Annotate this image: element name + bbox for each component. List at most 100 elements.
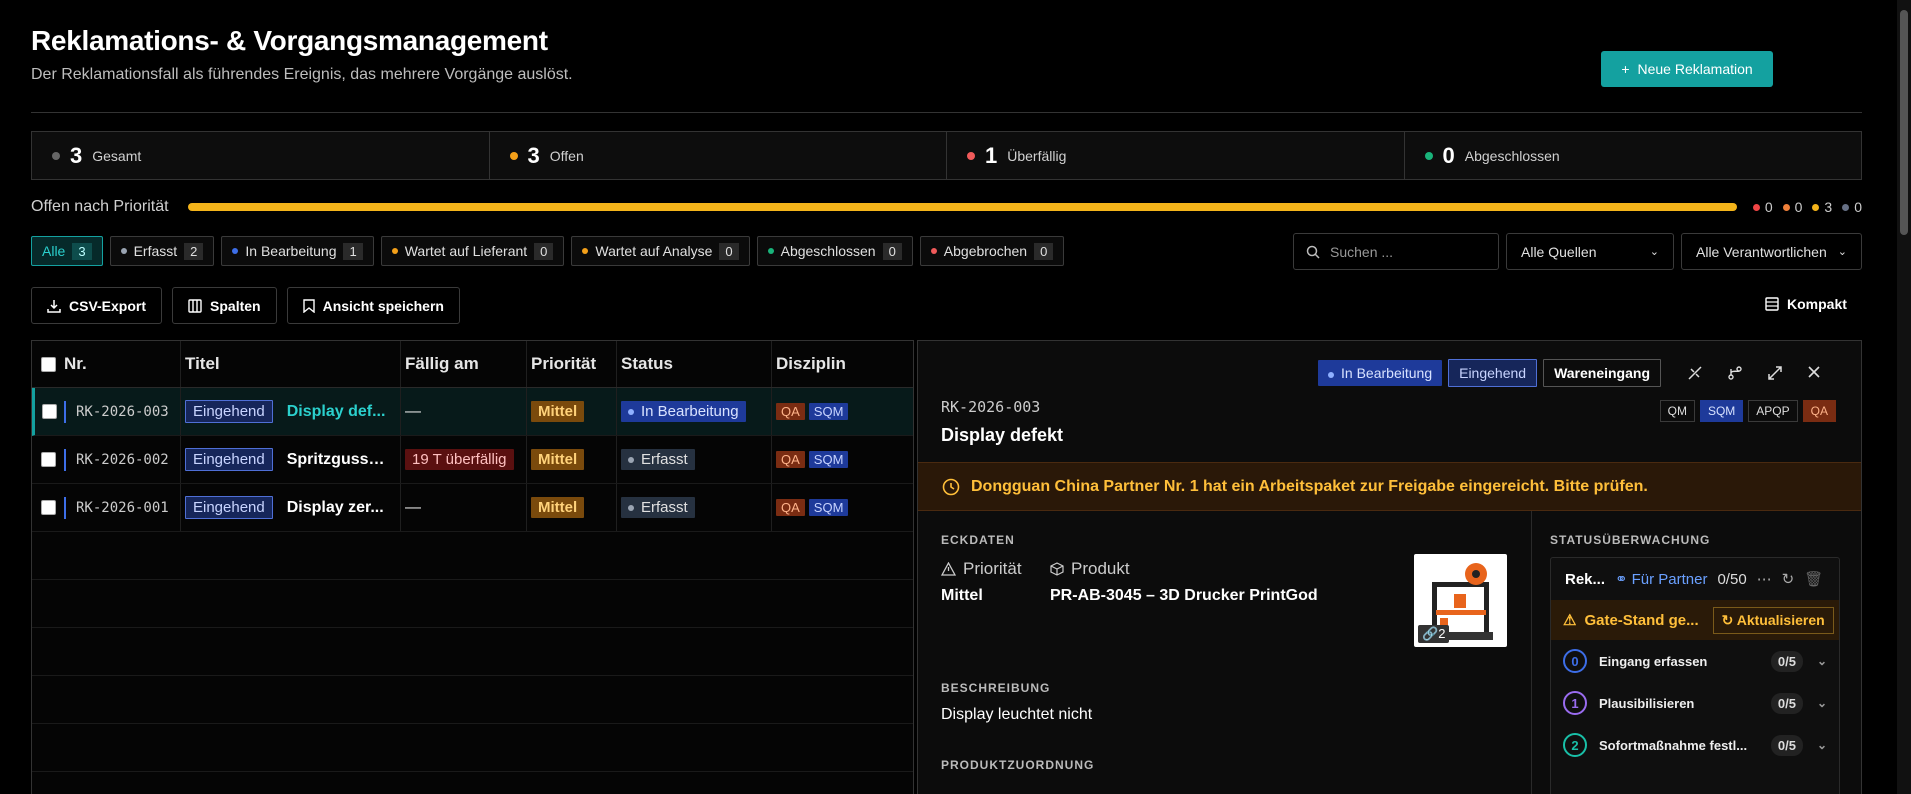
empty-row [32,580,913,628]
stat-total: 3 Gesamt [32,132,490,179]
product-image[interactable]: 🔗2 [1414,554,1507,647]
filter-abgebrochen[interactable]: Abgebrochen 0 [919,236,1065,266]
status-dot [628,456,634,463]
status-dot [509,151,518,160]
col-header-due[interactable]: Fällig am [401,341,527,387]
priority-field-label: Priorität [941,559,1022,579]
tag-qm[interactable]: QM [1659,400,1695,422]
compact-toggle[interactable]: Kompakt [1765,296,1847,312]
table-row[interactable]: RK-2026-003 Eingehend Display def... — Mi… [32,388,913,436]
stat-value: 3 [527,142,540,168]
filter-count: 0 [1034,242,1054,260]
save-view-button[interactable]: Ansicht speichern [286,287,460,324]
row-checkbox[interactable] [40,452,56,467]
priority-badge: Mittel [531,497,585,518]
table-row[interactable]: RK-2026-002 Eingehend Spritzgusst... 19 T… [32,436,913,484]
col-header-title[interactable]: Titel [181,341,401,387]
legend-medium: 3 [1812,199,1832,215]
compact-label: Kompakt [1787,296,1847,312]
source-badge: Eingehend [185,496,273,519]
col-header-nr[interactable]: Nr. [60,341,181,387]
branch-icon[interactable] [1727,365,1743,381]
page-scrollbar[interactable] [1897,0,1911,794]
col-header-discipline[interactable]: Disziplin [772,341,882,387]
close-icon[interactable] [1807,365,1821,379]
row-status-cell: Erfasst [617,484,772,531]
select-all-checkbox[interactable] [40,356,56,372]
stat-value: 0 [1442,142,1455,168]
image-count-value: 2 [1438,626,1446,641]
more-icon[interactable]: ⋯ [1757,570,1772,588]
row-checkbox-cell [32,436,60,483]
status-filters: Alle 3 Erfasst 2 In Bearbeitung 1 Wartet au… [31,236,1065,266]
owner-select-value: Alle Verantwortlichen [1696,243,1827,260]
col-header-priority[interactable]: Priorität [527,341,617,387]
package-icon [1050,562,1064,576]
status-dot [628,504,634,511]
row-title-cell: Eingehend Display def... [181,388,401,435]
status-dot [967,151,975,160]
tag-qa[interactable]: QA [1802,400,1836,422]
row-priority-cell: Mittel [527,436,617,483]
scrollbar-thumb[interactable] [1900,10,1908,235]
chevron-down-icon[interactable]: ⌄ [1817,738,1827,752]
step-item[interactable]: 1 Plausibilisieren 0/5 ⌄ [1551,682,1839,724]
row-number: RK-2026-003 [76,403,169,420]
expand-icon[interactable] [1767,365,1783,381]
source-select[interactable]: Alle Quellen ⌄ [1506,233,1674,270]
row-checkbox[interactable] [42,404,57,419]
refresh-icon[interactable]: ↻ [1782,570,1795,588]
filter-abgeschlossen[interactable]: Abgeschlossen 0 [756,236,913,266]
section-beschreibung: BESCHREIBUNG [941,681,1051,695]
step-item[interactable]: 2 Sofortmaßnahme festl... 0/5 ⌄ [1551,724,1839,766]
refresh-button[interactable]: ↻ Aktualisieren [1712,606,1834,634]
tag-sqm[interactable]: SQM [1699,400,1744,422]
step-number: 0 [1563,649,1587,673]
filter-wartet-lieferant[interactable]: Wartet auf Lieferant 0 [380,236,565,266]
status-dot [120,248,127,254]
filter-count: 0 [534,242,554,260]
col-header-status[interactable]: Status [617,341,772,387]
columns-button[interactable]: Spalten [172,287,277,324]
partner-link[interactable]: ⚭ Für Partner [1615,570,1707,589]
filter-wartet-analyse[interactable]: Wartet auf Analyse 0 [571,236,750,266]
section-produktzuordnung: PRODUKTZUORDNUNG [941,758,1095,772]
step-item[interactable]: 0 Eingang erfassen 0/5 ⌄ [1551,640,1839,682]
owner-select[interactable]: Alle Verantwortlichen ⌄ [1681,233,1862,270]
empty-row [32,532,913,580]
chevron-down-icon[interactable]: ⌄ [1817,696,1827,710]
detail-status-badge: In Bearbeitung [1318,360,1443,386]
stat-open: 3 Offen [490,132,947,179]
filter-all[interactable]: Alle 3 [31,236,103,266]
row-discipline-cell: QA SQM [772,484,882,531]
row-title-cell: Eingehend Display zer... [181,484,401,531]
status-dot [767,248,774,254]
row-checkbox-cell [32,484,60,531]
trash-icon[interactable]: 🗑 [1804,570,1823,588]
row-title-cell: Eingehend Spritzgusst... [181,436,401,483]
search-input[interactable]: Suchen ... [1293,233,1499,270]
filter-in-bearbeitung[interactable]: In Bearbeitung 1 [221,236,374,266]
row-title: Spritzgusst... [286,450,387,468]
chevron-down-icon[interactable]: ⌄ [1817,654,1827,668]
tag-apqp[interactable]: APQP [1748,400,1798,422]
row-checkbox[interactable] [40,500,56,515]
table-row[interactable]: RK-2026-001 Eingehend Display zer... — Mi… [32,484,913,532]
status-monitor: STATUSÜBERWACHUNG Rek... ⚭ Für Partner 0/… [1531,511,1861,794]
filter-label: Wartet auf Lieferant [404,243,528,259]
legend-dot [1782,203,1790,211]
new-complaint-button[interactable]: + Neue Reklamation [1601,51,1773,87]
csv-export-button[interactable]: CSV-Export [31,287,163,324]
legend-dot [1752,203,1760,211]
filter-erfasst[interactable]: Erfasst 2 [109,236,215,266]
detail-area-badge: Wareneingang [1543,359,1661,387]
app: Reklamations- & Vorgangsmanagement Der R… [0,0,1911,794]
plus-icon: + [1621,61,1630,77]
page-header: Reklamations- & Vorgangsmanagement Der R… [31,25,573,84]
search-icon [1306,245,1320,259]
row-due: — [401,484,527,531]
status-badge: Erfasst [621,497,695,518]
product-value[interactable]: PR-AB-3045 – 3D Drucker PrintGod [1050,587,1318,605]
unlink-icon[interactable] [1687,365,1703,381]
discipline-badge: QA [776,403,805,420]
